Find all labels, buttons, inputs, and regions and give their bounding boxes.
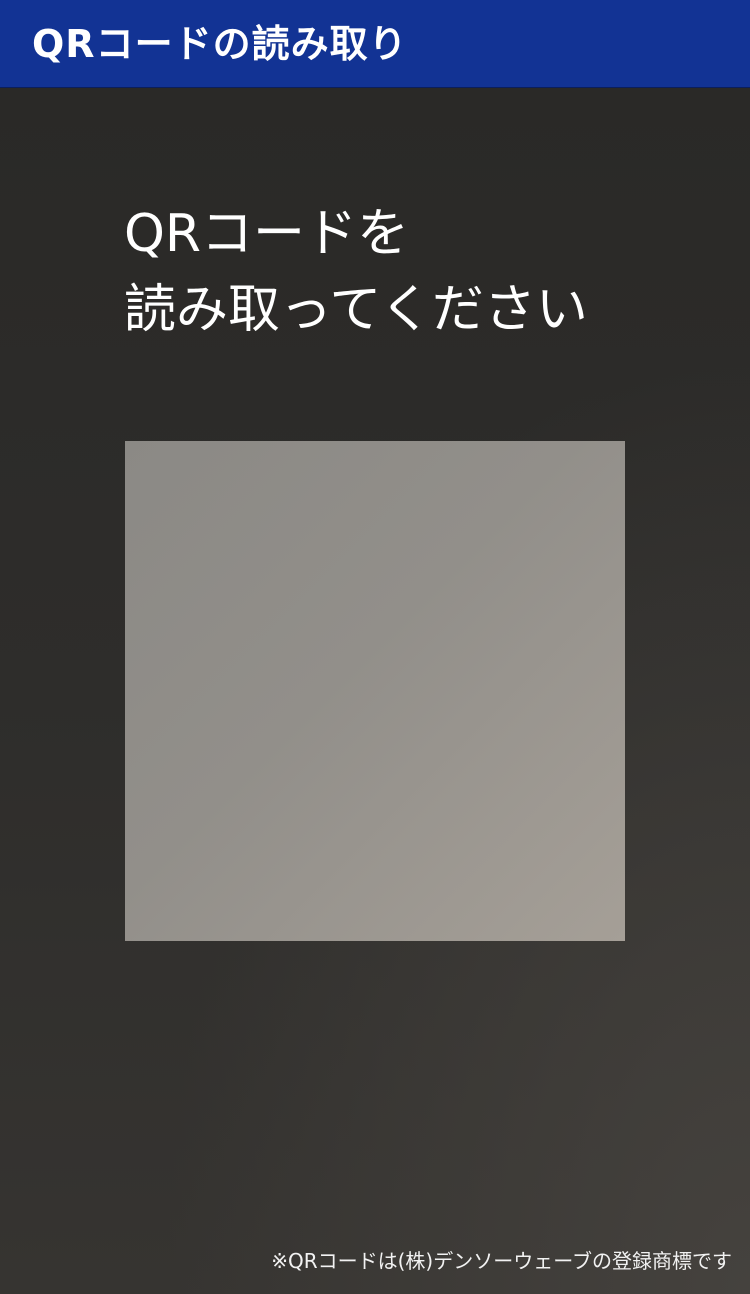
trademark-note: ※QRコードは(株)デンソーウェーブの登録商標です (271, 1249, 732, 1273)
qr-scan-frame (125, 441, 625, 941)
scan-instruction-line-2: 読み取ってください (124, 280, 588, 340)
camera-preview: QRコードを 読み取ってください ※QRコードは(株)デンソーウェーブの登録商標… (0, 88, 750, 1294)
scan-instruction-line-1: QRコードを (124, 204, 410, 264)
scan-instruction: QRコードを 読み取ってください (124, 196, 684, 348)
app-header: QRコードの読み取り (0, 0, 750, 88)
page-title: QRコードの読み取り (32, 22, 408, 66)
